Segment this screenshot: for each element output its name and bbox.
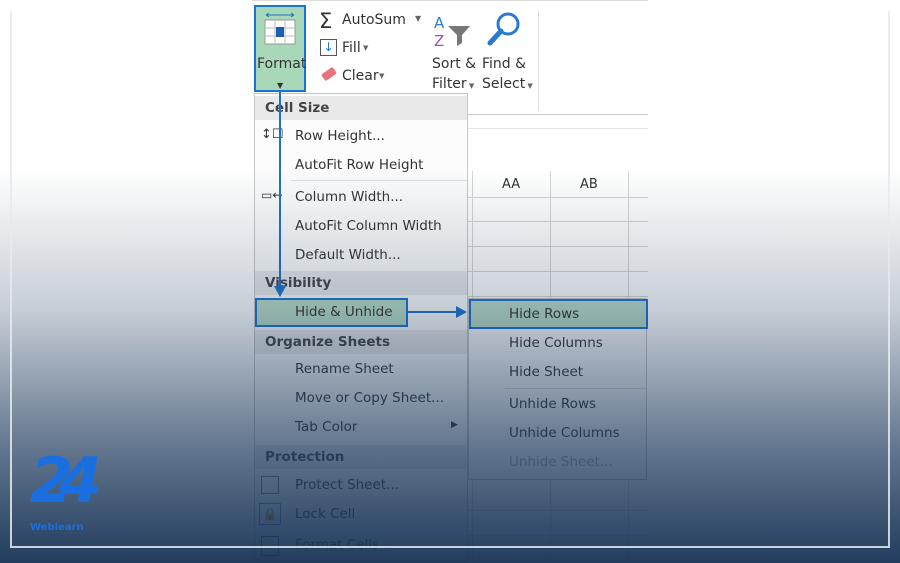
row-height-icon: ↕☐: [261, 127, 284, 142]
column-width-icon: ▭↔: [261, 188, 283, 202]
dropdown-arrow-icon: ▼: [363, 44, 369, 52]
svg-text:Z: Z: [434, 32, 444, 48]
find-select-label: Select: [482, 76, 526, 92]
format-cells-icon: [261, 536, 279, 556]
format-button[interactable]: Format ▼: [254, 5, 306, 92]
submenu-arrow-icon: ▶: [451, 420, 458, 430]
menu-item-row-height[interactable]: Row Height...: [295, 128, 385, 144]
dropdown-arrow-icon: ▼: [379, 72, 385, 80]
group-divider: [538, 11, 539, 111]
menu-item-tab-color[interactable]: Tab Color: [295, 419, 357, 435]
dropdown-arrow-icon: ▼: [277, 81, 284, 90]
sort-filter-label: Filter: [432, 76, 467, 92]
menu-item-column-width[interactable]: Column Width...: [295, 189, 403, 205]
sort-filter-icon: A Z: [434, 14, 470, 48]
find-select-button[interactable]: Find & Select ▼: [482, 54, 533, 96]
logo-text: Weblearn: [30, 522, 84, 533]
autosum-dropdown-icon[interactable]: ▼: [415, 14, 421, 23]
sort-filter-label: Sort &: [432, 56, 477, 72]
menu-item-lock-cell[interactable]: Lock Cell: [295, 506, 355, 522]
hide-unhide-submenu: Hide Rows Hide Columns Hide Sheet Unhide…: [468, 298, 648, 480]
clear-button[interactable]: Clear: [342, 68, 379, 84]
menu-item-format-cells[interactable]: Format Cells...: [295, 537, 392, 553]
menu-item-move-copy-sheet[interactable]: Move or Copy Sheet...: [295, 390, 444, 406]
sort-filter-button[interactable]: Sort & Filter ▼: [432, 54, 476, 96]
menu-item-default-width[interactable]: Default Width...: [295, 247, 401, 263]
submenu-item-unhide-rows[interactable]: Unhide Rows: [509, 396, 596, 412]
submenu-item-unhide-sheet: Unhide Sheet...: [509, 454, 613, 470]
search-magnifier-icon: [487, 12, 520, 46]
lock-icon: 🔒: [259, 503, 281, 525]
menu-item-protect-sheet[interactable]: Protect Sheet...: [295, 477, 399, 493]
section-organize-sheets: Organize Sheets: [255, 330, 467, 354]
fill-button[interactable]: Fill: [342, 40, 361, 56]
submenu-item-unhide-columns[interactable]: Unhide Columns: [509, 425, 620, 441]
submenu-item-hide-sheet[interactable]: Hide Sheet: [509, 364, 583, 380]
format-dropdown-menu: Cell Size ↕☐ Row Height... AutoFit Row H…: [254, 93, 468, 563]
menu-item-rename-sheet[interactable]: Rename Sheet: [295, 361, 394, 377]
submenu-item-hide-rows[interactable]: Hide Rows: [509, 306, 579, 322]
fill-down-icon: ↓: [320, 39, 337, 56]
section-visibility: Visibility: [255, 271, 467, 295]
format-cells-icon: [264, 12, 296, 45]
protect-sheet-icon: [261, 476, 279, 494]
column-header-aa[interactable]: AA: [502, 177, 520, 192]
submenu-item-hide-columns[interactable]: Hide Columns: [509, 335, 603, 351]
format-label: Format: [257, 56, 307, 72]
menu-item-autofit-column-width[interactable]: AutoFit Column Width: [295, 218, 442, 234]
logo-number: 24: [30, 444, 102, 517]
find-select-label: Find &: [482, 56, 527, 72]
autosum-button[interactable]: AutoSum: [342, 12, 406, 28]
menu-item-hide-unhide[interactable]: Hide & Unhide: [295, 304, 393, 320]
section-protection: Protection: [255, 445, 467, 469]
sigma-icon: Σ: [319, 9, 333, 33]
column-header-ab[interactable]: AB: [580, 177, 598, 192]
menu-item-autofit-row-height[interactable]: AutoFit Row Height: [295, 157, 423, 173]
svg-text:A: A: [434, 14, 445, 32]
section-cell-size: Cell Size: [255, 96, 467, 120]
weblearn-logo: 24 Weblearn: [30, 444, 102, 542]
